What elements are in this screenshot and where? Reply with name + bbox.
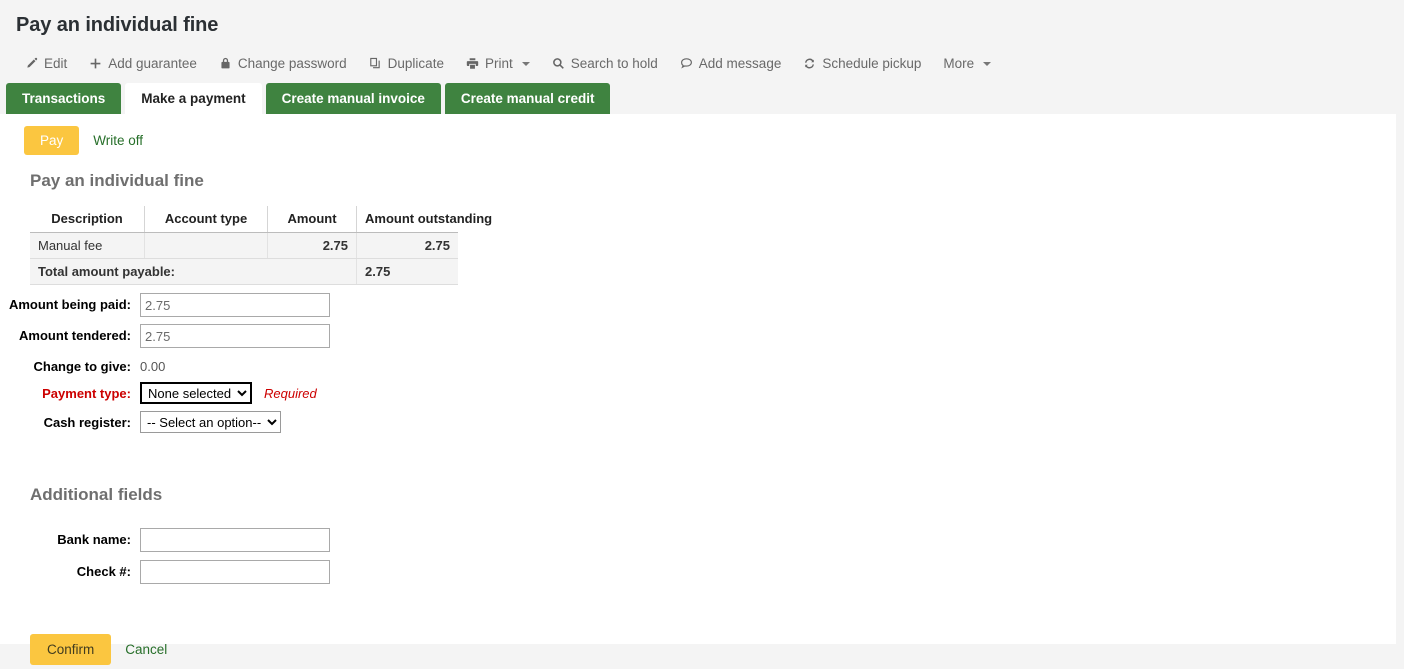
form-row-change-to-give: Change to give: 0.00 (0, 355, 1396, 375)
toolbar-button-add-guarantee[interactable]: Add guarantee (80, 52, 210, 75)
toolbar-button-more[interactable]: More (934, 52, 1004, 75)
table-header-row: Description Account type Amount Amount o… (30, 206, 458, 233)
tab-create-manual-invoice[interactable]: Create manual invoice (266, 83, 441, 114)
tab-create-manual-credit[interactable]: Create manual credit (445, 83, 611, 114)
form-row-bank-name: Bank name: (0, 528, 1396, 552)
form-row-payment-type: Payment type: None selected Required (0, 382, 1396, 404)
toolbar-button-edit[interactable]: Edit (16, 52, 80, 75)
action-toolbar: Edit Add guarantee Change password Dupli… (0, 38, 1404, 80)
form-row-amount-tendered: Amount tendered: (0, 324, 1396, 348)
toolbar-button-duplicate[interactable]: Duplicate (360, 52, 457, 75)
change-to-give-value: 0.00 (140, 355, 165, 375)
table-total-row: Total amount payable: 2.75 (30, 259, 458, 285)
amount-being-paid-control (140, 293, 330, 317)
change-to-give-label: Change to give: (0, 355, 140, 375)
column-header-amount: Amount (268, 206, 357, 233)
column-header-account-type: Account type (145, 206, 268, 233)
toolbar-label: Print (485, 56, 513, 71)
payment-form: Amount being paid: Amount tendered: Chan… (0, 285, 1396, 433)
pay-tab-button[interactable]: Pay (24, 126, 79, 155)
toolbar-label: Schedule pickup (822, 56, 921, 71)
page-header: Pay an individual fine (0, 0, 1404, 38)
form-row-cash-register: Cash register: -- Select an option-- (0, 411, 1396, 433)
cancel-link[interactable]: Cancel (125, 642, 167, 657)
toolbar-label: Duplicate (388, 56, 444, 71)
copy-icon (369, 57, 382, 70)
column-header-description: Description (30, 206, 145, 233)
lock-icon (219, 57, 232, 70)
total-amount-payable-value: 2.75 (357, 259, 459, 285)
bank-name-control (140, 528, 330, 552)
amount-being-paid-input[interactable] (140, 293, 330, 317)
search-icon (552, 57, 565, 70)
cash-register-control: -- Select an option-- (140, 411, 281, 433)
tab-transactions[interactable]: Transactions (6, 83, 121, 114)
payment-type-control: None selected Required (140, 382, 317, 404)
toolbar-label: More (943, 56, 974, 71)
tab-make-a-payment[interactable]: Make a payment (125, 83, 261, 114)
toolbar-label: Edit (44, 56, 67, 71)
toolbar-label: Add message (699, 56, 782, 71)
cash-register-label: Cash register: (0, 411, 140, 431)
cell-description: Manual fee (30, 233, 145, 259)
write-off-tab-link[interactable]: Write off (79, 126, 157, 155)
payment-type-required-note: Required (264, 386, 317, 401)
account-tabs: Transactions Make a payment Create manua… (0, 80, 1404, 114)
bank-name-input[interactable] (140, 528, 330, 552)
toolbar-label: Change password (238, 56, 347, 71)
comment-icon (680, 57, 693, 70)
form-row-check-number: Check #: (0, 560, 1396, 584)
payment-panel: Pay Write off Pay an individual fine Des… (0, 114, 1396, 644)
check-number-label: Check #: (0, 560, 140, 580)
chevron-down-icon (522, 62, 530, 66)
check-number-input[interactable] (140, 560, 330, 584)
amount-being-paid-label: Amount being paid: (0, 293, 140, 313)
toolbar-label: Add guarantee (108, 56, 197, 71)
printer-icon (466, 57, 479, 70)
amount-tendered-control (140, 324, 330, 348)
fines-table-container: Description Account type Amount Amount o… (0, 192, 1396, 285)
column-header-amount-outstanding: Amount outstanding (357, 206, 459, 233)
cash-register-select[interactable]: -- Select an option-- (140, 411, 281, 433)
form-row-amount-being-paid: Amount being paid: (0, 293, 1396, 317)
cell-amount: 2.75 (268, 233, 357, 259)
chevron-down-icon (983, 62, 991, 66)
confirm-button[interactable]: Confirm (30, 634, 111, 665)
check-number-control (140, 560, 330, 584)
toolbar-button-print[interactable]: Print (457, 52, 543, 75)
section-title: Pay an individual fine (0, 155, 1396, 192)
cell-account-type (145, 233, 268, 259)
amount-tendered-label: Amount tendered: (0, 324, 140, 344)
additional-fields-title: Additional fields (0, 440, 1396, 506)
bank-name-label: Bank name: (0, 528, 140, 548)
payment-mode-bar: Pay Write off (0, 114, 1396, 155)
page-title: Pay an individual fine (16, 10, 1404, 38)
payment-type-label: Payment type: (0, 382, 140, 402)
total-amount-payable-label: Total amount payable: (30, 259, 357, 285)
plus-icon (89, 57, 102, 70)
fines-table: Description Account type Amount Amount o… (30, 206, 458, 285)
additional-fields-form: Bank name: Check #: (0, 506, 1396, 584)
toolbar-button-search-to-hold[interactable]: Search to hold (543, 52, 671, 75)
payment-type-select[interactable]: None selected (140, 382, 252, 404)
form-action-bar: Confirm Cancel (0, 592, 1396, 665)
cell-amount-outstanding: 2.75 (357, 233, 459, 259)
change-to-give-control: 0.00 (140, 355, 165, 375)
pencil-icon (25, 57, 38, 70)
toolbar-button-add-message[interactable]: Add message (671, 52, 795, 75)
amount-tendered-input[interactable] (140, 324, 330, 348)
toolbar-button-change-password[interactable]: Change password (210, 52, 360, 75)
refresh-icon (803, 57, 816, 70)
table-row: Manual fee 2.75 2.75 (30, 233, 458, 259)
toolbar-label: Search to hold (571, 56, 658, 71)
toolbar-button-schedule-pickup[interactable]: Schedule pickup (794, 52, 934, 75)
